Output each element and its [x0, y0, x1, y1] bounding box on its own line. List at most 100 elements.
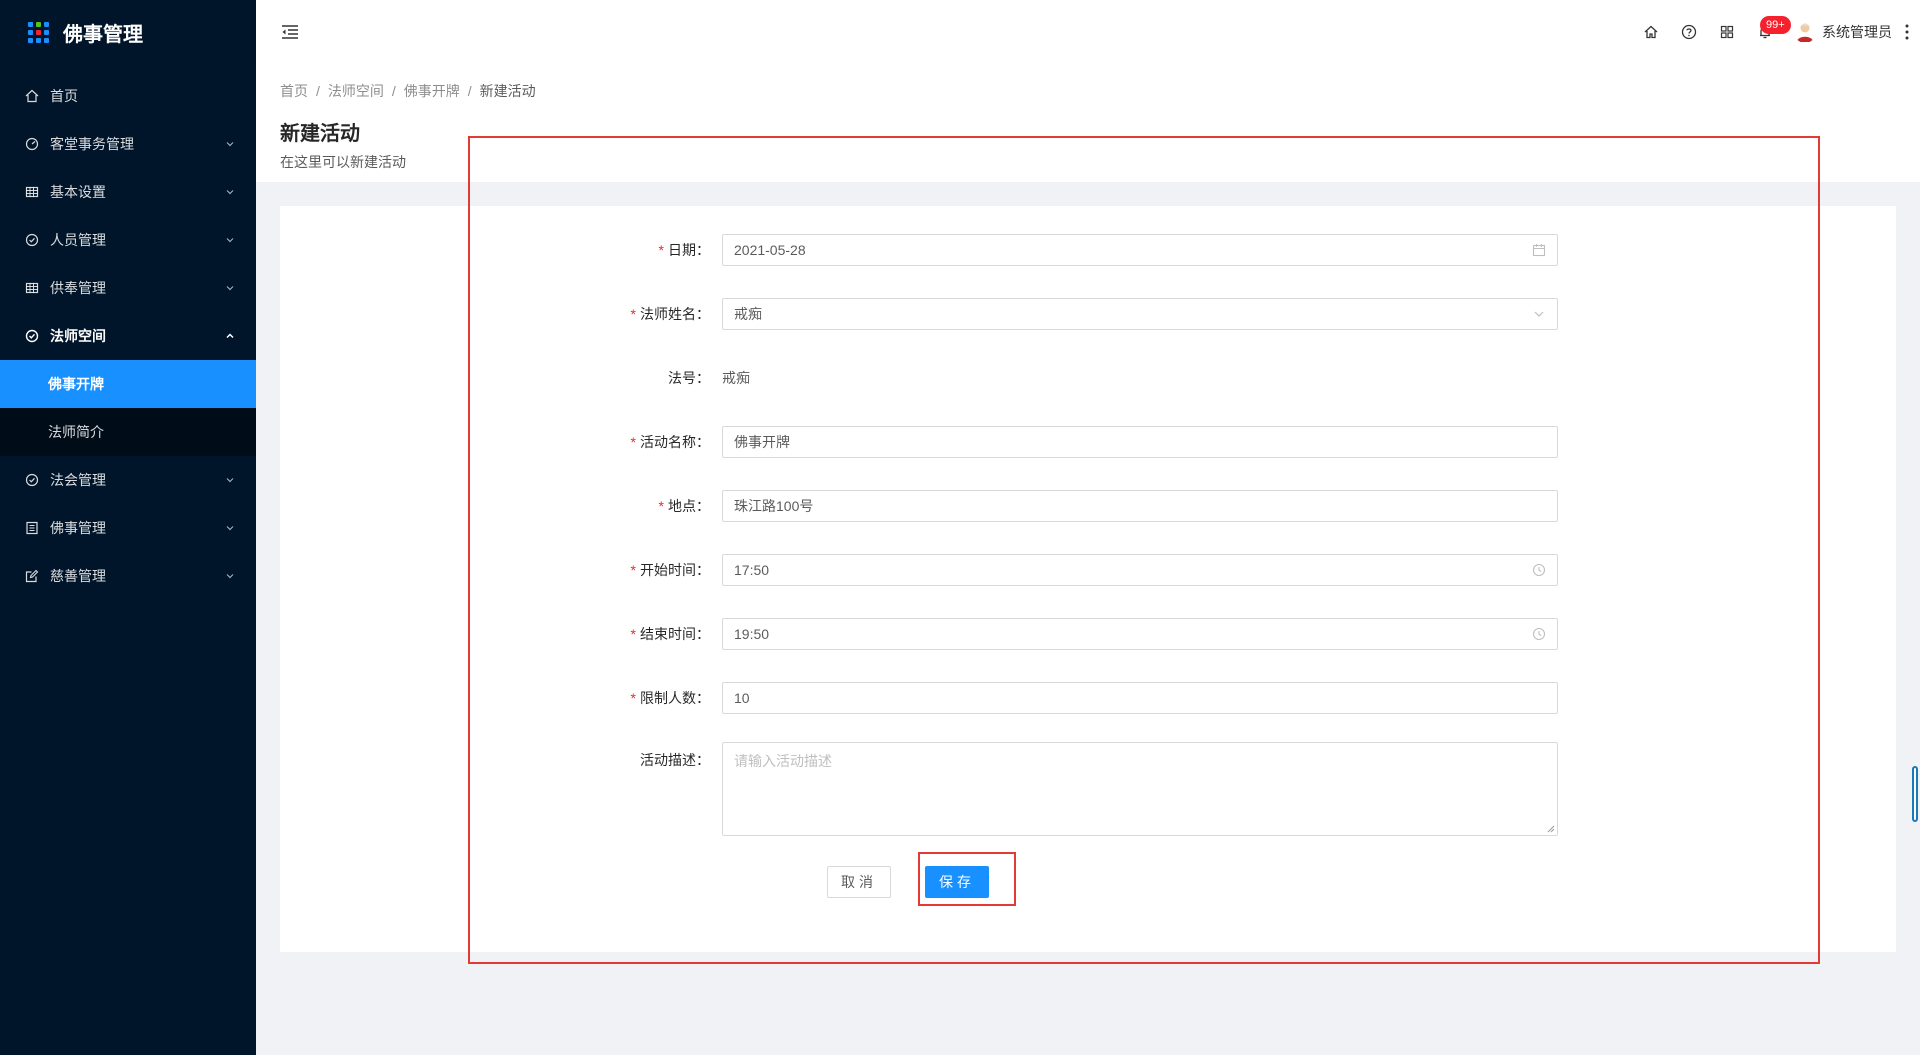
required-mark: * — [630, 626, 636, 642]
chevron-down-icon — [226, 574, 234, 579]
top-header: 99+ 系统管理员 — [256, 0, 1920, 64]
form-row-activity-name: * 活动名称： 佛事开牌 — [280, 426, 1896, 458]
date-picker[interactable]: 2021-05-28 — [722, 234, 1558, 266]
clock-icon — [1532, 627, 1546, 641]
breadcrumb-item-open-ceremony[interactable]: 佛事开牌 — [404, 81, 460, 101]
sidebar-item-offerings[interactable]: 供奉管理 — [0, 264, 256, 312]
location-input[interactable]: 珠江路100号 — [722, 490, 1558, 522]
sidebar-item-label: 慈善管理 — [50, 568, 106, 584]
save-button[interactable]: 保存 — [925, 866, 989, 898]
form-card: * 日期： 2021-05-28 * 法师姓名： 戒痴 法号： 戒痴 * 活动名称： … — [280, 206, 1896, 952]
breadcrumb-item-master-space[interactable]: 法师空间 — [328, 81, 384, 101]
header-actions: 99+ 系统管理员 — [1632, 12, 1920, 52]
start-time-picker[interactable]: 17:50 — [722, 554, 1558, 586]
form-row-master-name: * 法师姓名： 戒痴 — [280, 298, 1896, 330]
breadcrumb-separator: / — [316, 83, 320, 99]
form-row-description: 活动描述： 请输入活动描述 — [280, 742, 1896, 836]
chevron-up-icon — [226, 333, 234, 339]
sidebar-item-reception[interactable]: 客堂事务管理 — [0, 120, 256, 168]
cancel-button[interactable]: 取消 — [827, 866, 891, 898]
chevron-down-icon — [226, 478, 234, 483]
sidebar-item-label: 供奉管理 — [50, 280, 106, 296]
table-icon — [24, 280, 40, 296]
sidebar-item-buddhist-affairs[interactable]: 佛事管理 — [0, 504, 256, 552]
profile-icon — [24, 520, 40, 536]
activity-name-input[interactable]: 佛事开牌 — [722, 426, 1558, 458]
form-row-location: * 地点： 珠江路100号 — [280, 490, 1896, 522]
chevron-down-icon — [226, 526, 234, 531]
username: 系统管理员 — [1822, 24, 1892, 40]
chevron-down-icon — [226, 190, 234, 195]
sidebar-item-open-ceremony[interactable]: 佛事开牌 — [0, 360, 256, 408]
sidebar-item-label: 人员管理 — [50, 232, 106, 248]
notification-button[interactable]: 99+ — [1746, 12, 1791, 52]
submenu-master-space: 佛事开牌 法师简介 — [0, 360, 256, 456]
location-value: 珠江路100号 — [734, 498, 814, 514]
breadcrumb-separator: / — [391, 83, 396, 99]
avatar — [1797, 23, 1813, 42]
limit-input[interactable]: 10 — [722, 682, 1558, 714]
sidebar-item-master-intro[interactable]: 法师简介 — [0, 408, 256, 456]
logo[interactable]: 佛事管理 — [0, 0, 256, 64]
required-mark: * — [630, 690, 636, 706]
check-circle-icon — [24, 232, 40, 248]
table-icon — [24, 184, 40, 200]
calendar-icon — [1532, 244, 1546, 257]
date-value: 2021-05-28 — [734, 242, 806, 258]
start-time-label: * 开始时间： — [630, 562, 710, 578]
help-button[interactable] — [1670, 12, 1708, 52]
dharma-name-label: 法号： — [668, 370, 710, 386]
form-icon — [24, 568, 40, 584]
home-button[interactable] — [1632, 12, 1670, 52]
page-header: 首页 / 法师空间 / 佛事开牌 / 新建活动 新建活动 在这里可以新建活动 — [256, 64, 1920, 182]
page-description: 在这里可以新建活动 — [280, 154, 406, 170]
breadcrumb-item-home[interactable]: 首页 — [280, 81, 308, 101]
page-title: 新建活动 — [280, 123, 360, 145]
menu-fold-icon[interactable] — [280, 22, 300, 42]
sidebar-menu: 首页 客堂事务管理 基本设置 人员管理 供奉管理 法师空间 佛事开牌 法师简介 … — [0, 72, 256, 600]
required-mark: * — [630, 562, 636, 578]
form-row-dharma-name: 法号： 戒痴 — [280, 362, 1896, 394]
user-menu[interactable]: 系统管理员 — [1794, 21, 1892, 43]
more-vertical-icon[interactable] — [1904, 23, 1910, 41]
sidebar-item-label: 法师空间 — [50, 328, 106, 344]
sidebar-item-dharma-assembly[interactable]: 法会管理 — [0, 456, 256, 504]
master-name-label: * 法师姓名： — [630, 306, 710, 322]
sidebar: 佛事管理 首页 客堂事务管理 基本设置 人员管理 供奉管理 法师空间 佛事开牌 … — [0, 0, 256, 1055]
limit-label: * 限制人数： — [630, 690, 710, 706]
master-name-value: 戒痴 — [734, 306, 762, 322]
required-mark: * — [630, 306, 636, 322]
form-row-end-time: * 结束时间： 19:50 — [280, 618, 1896, 650]
sidebar-item-label: 基本设置 — [50, 184, 106, 200]
end-time-value: 19:50 — [734, 626, 770, 642]
end-time-picker[interactable]: 19:50 — [722, 618, 1558, 650]
clock-icon — [1532, 563, 1546, 577]
home-icon — [24, 88, 40, 104]
sidebar-item-label: 法会管理 — [50, 472, 106, 488]
dashboard-icon — [24, 136, 40, 152]
sidebar-item-label: 佛事开牌 — [48, 376, 104, 392]
appstore-icon — [1720, 25, 1734, 39]
form-row-date: * 日期： 2021-05-28 — [280, 234, 1896, 266]
sidebar-item-charity[interactable]: 慈善管理 — [0, 552, 256, 600]
sidebar-item-label: 法师简介 — [48, 424, 104, 440]
sidebar-item-basic-settings[interactable]: 基本设置 — [0, 168, 256, 216]
sidebar-item-personnel[interactable]: 人员管理 — [0, 216, 256, 264]
dharma-name-value: 戒痴 — [722, 370, 750, 386]
sidebar-item-home[interactable]: 首页 — [0, 72, 256, 120]
breadcrumb: 首页 / 法师空间 / 佛事开牌 / 新建活动 — [280, 81, 1896, 101]
resize-grip-icon[interactable] — [1547, 825, 1555, 833]
description-textarea[interactable]: 请输入活动描述 — [722, 742, 1558, 836]
check-circle-icon — [24, 472, 40, 488]
master-name-select[interactable]: 戒痴 — [722, 298, 1558, 330]
chevron-down-icon — [226, 238, 234, 243]
apps-button[interactable] — [1708, 12, 1746, 52]
scrollbar-thumb[interactable] — [1912, 766, 1918, 822]
notification-badge: 99+ — [1760, 16, 1791, 34]
logo-grid-icon — [28, 21, 49, 43]
sidebar-item-label: 首页 — [50, 88, 78, 104]
chevron-down-icon — [226, 142, 234, 147]
chevron-down-icon — [1534, 311, 1544, 317]
sidebar-item-master-space[interactable]: 法师空间 — [0, 312, 256, 360]
sidebar-item-label: 客堂事务管理 — [50, 136, 134, 152]
